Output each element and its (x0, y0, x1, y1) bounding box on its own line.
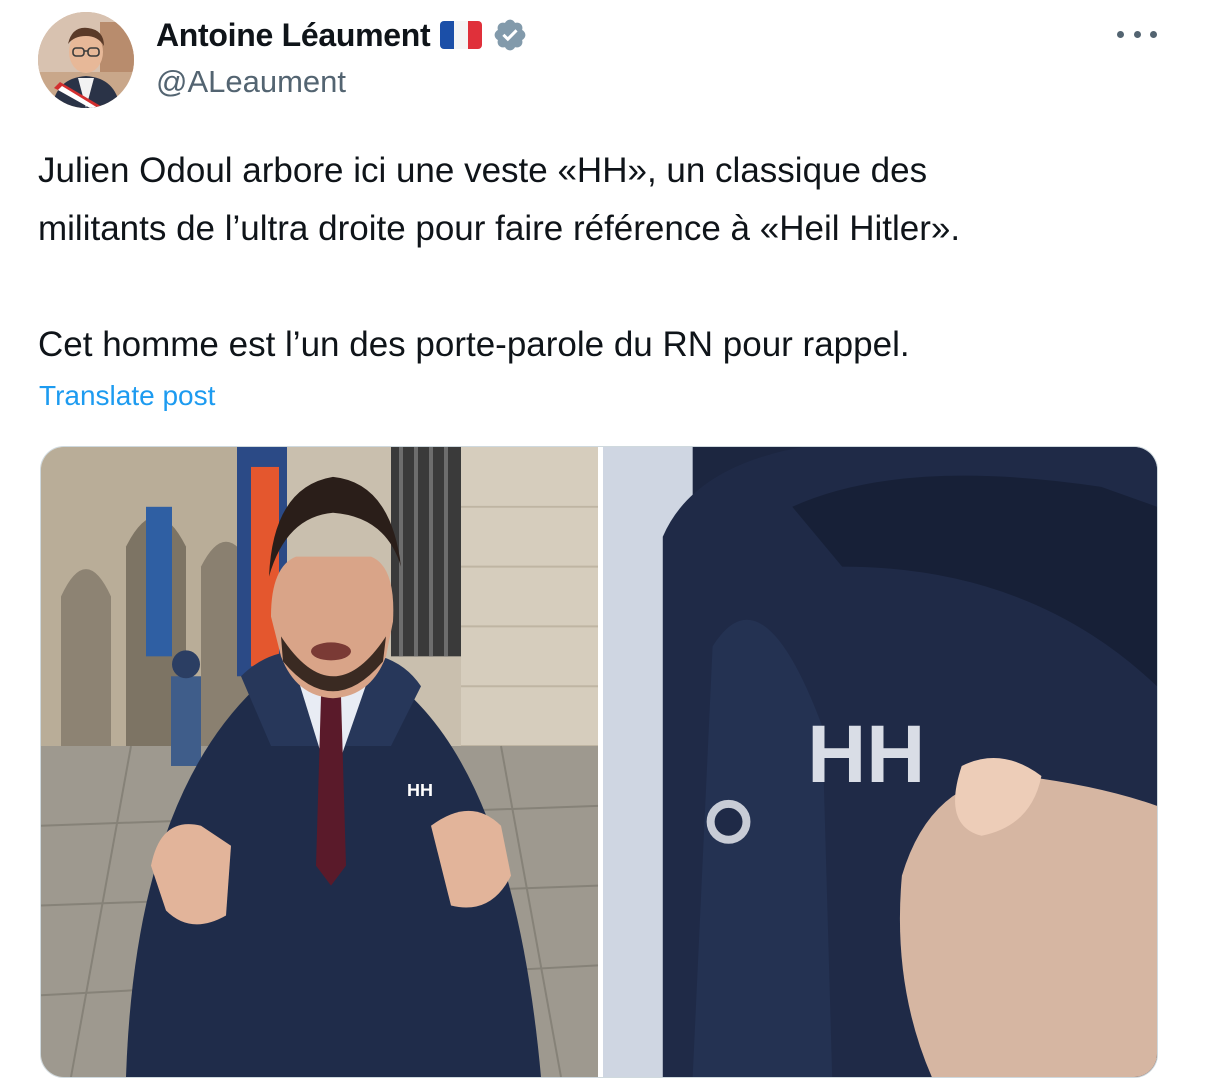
author-display-name[interactable]: Antoine Léaument (156, 17, 431, 54)
author-avatar[interactable] (38, 12, 134, 108)
post-card: Antoine Léaument @ALeaument Julien Odoul… (0, 0, 1205, 1086)
more-dots-icon[interactable] (1117, 22, 1157, 46)
french-flag-icon (440, 21, 483, 49)
verified-badge-icon[interactable] (492, 17, 528, 53)
avatar-image (38, 12, 134, 108)
photo-jacket-logo-closeup[interactable]: HH (603, 447, 1157, 1077)
post-text: Julien Odoul arbore ici une veste «HH», … (38, 142, 1168, 374)
post-text-line: Julien Odoul arbore ici une veste «HH», … (38, 151, 928, 190)
translate-post-link[interactable]: Translate post (39, 380, 215, 412)
photo-man-in-jacket[interactable]: HH (41, 447, 598, 1077)
jacket-logo-text: HH (407, 780, 433, 800)
post-text-line: Cet homme est l’un des porte-parole du R… (38, 325, 910, 364)
media-grid: HH HH (40, 446, 1158, 1078)
author-handle[interactable]: @ALeaument (156, 64, 346, 100)
jacket-logo-closeup-text: HH (807, 709, 925, 800)
post-text-line: militants de l’ultra droite pour faire r… (38, 209, 961, 248)
author-name-row: Antoine Léaument (156, 14, 528, 56)
